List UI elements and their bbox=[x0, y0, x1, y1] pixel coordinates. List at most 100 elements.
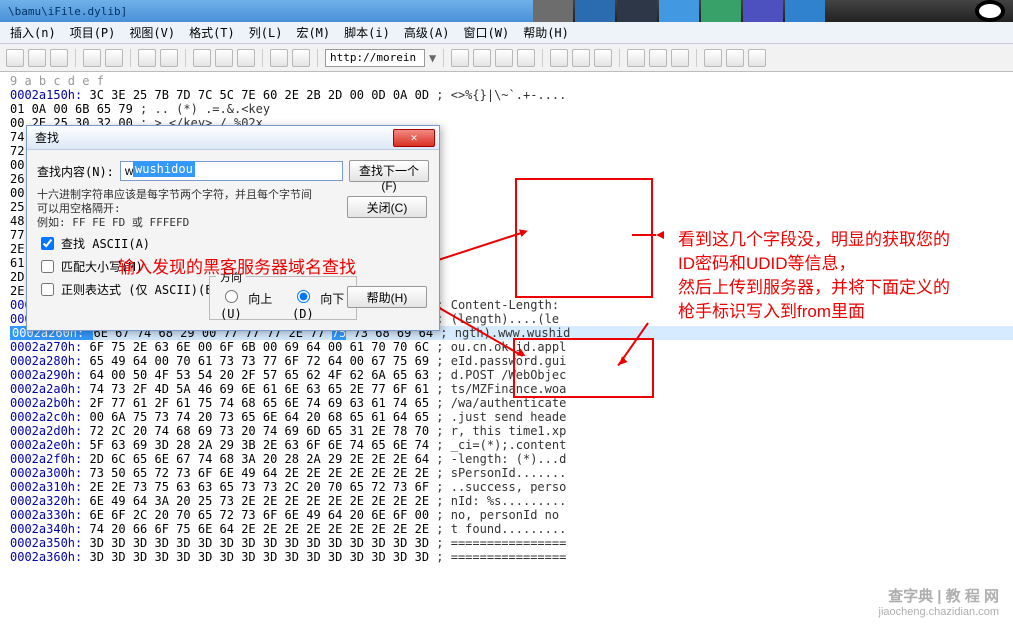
menu-project[interactable]: 项目(P) bbox=[70, 24, 116, 41]
menu-macro[interactable]: 宏(M) bbox=[296, 24, 330, 41]
hex-row[interactable]: 0002a2d0h: 72 2C 20 74 68 69 73 20 74 69… bbox=[10, 424, 1013, 438]
hex-row[interactable]: 0002a290h: 64 00 50 4F 53 54 20 2F 57 65… bbox=[10, 368, 1013, 382]
hex-offset: 0002a350h: bbox=[10, 536, 89, 550]
close-button[interactable]: ✕ bbox=[393, 129, 435, 147]
hex-header: 9 a b c d e f bbox=[10, 74, 1013, 88]
tool-cut-icon[interactable] bbox=[193, 49, 211, 67]
menu-format[interactable]: 格式(T) bbox=[189, 24, 235, 41]
find-ascii-checkbox[interactable] bbox=[41, 237, 54, 250]
hex-bytes: 6E 49 64 3A 20 25 73 2E 2E 2E 2E 2E 2E 2… bbox=[89, 494, 429, 508]
hex-row[interactable]: 0002a280h: 65 49 64 00 70 61 73 73 77 6F… bbox=[10, 354, 1013, 368]
tool-copy-icon[interactable] bbox=[215, 49, 233, 67]
hex-ascii: ; t found......... bbox=[429, 522, 566, 536]
tool-preview-icon[interactable] bbox=[105, 49, 123, 67]
menu-advanced[interactable]: 高级(A) bbox=[404, 24, 450, 41]
menu-view[interactable]: 视图(V) bbox=[129, 24, 175, 41]
hex-row[interactable]: 0002a2b0h: 2F 77 61 2F 61 75 74 68 65 6E… bbox=[10, 396, 1013, 410]
hex-offset: 0002a280h: bbox=[10, 354, 89, 368]
hex-offset: 0002a300h: bbox=[10, 466, 89, 480]
hex-row[interactable]: 0002a300h: 73 50 65 72 73 6F 6E 49 64 2E… bbox=[10, 466, 1013, 480]
hex-bytes: 6E 6F 2C 20 70 65 72 73 6F 6E 49 64 20 6… bbox=[89, 508, 429, 522]
tool-window1-icon[interactable] bbox=[627, 49, 645, 67]
hex-bytes: 64 00 50 4F 53 54 20 2F 57 65 62 4F 62 6… bbox=[89, 368, 429, 382]
tool-settings-icon[interactable] bbox=[704, 49, 722, 67]
tool-window3-icon[interactable] bbox=[671, 49, 689, 67]
find-close-button[interactable]: 关闭(C) bbox=[347, 196, 427, 218]
hex-row[interactable]: 0002a340h: 74 20 66 6F 75 6E 64 2E 2E 2E… bbox=[10, 522, 1013, 536]
find-dialog-titlebar[interactable]: 查找 ✕ bbox=[27, 126, 439, 150]
watermark: 查字典 | 教 程 网 jiaocheng.chazidian.com bbox=[879, 585, 999, 618]
tool-window2-icon[interactable] bbox=[649, 49, 667, 67]
find-help-button[interactable]: 帮助(H) bbox=[347, 286, 427, 308]
tool-redo-icon[interactable] bbox=[292, 49, 310, 67]
tool-goto-icon[interactable] bbox=[517, 49, 535, 67]
tool-hex-icon[interactable] bbox=[138, 49, 156, 67]
hex-offset: 0002a150h: bbox=[10, 88, 89, 102]
direction-up-radio[interactable]: 向上(U) bbox=[220, 287, 274, 321]
hex-row[interactable]: 0002a350h: 3D 3D 3D 3D 3D 3D 3D 3D 3D 3D… bbox=[10, 536, 1013, 550]
tool-about-icon[interactable] bbox=[748, 49, 766, 67]
tool-save-icon[interactable] bbox=[50, 49, 68, 67]
tool-undo-icon[interactable] bbox=[270, 49, 288, 67]
tool-layout1-icon[interactable] bbox=[550, 49, 568, 67]
hex-ascii: ; ================ bbox=[429, 550, 566, 564]
hex-row[interactable]: 0002a310h: 2E 2E 73 75 63 63 65 73 73 2C… bbox=[10, 480, 1013, 494]
find-case-checkbox[interactable] bbox=[41, 260, 54, 273]
hex-row[interactable]: 0002a2f0h: 2D 6C 65 6E 67 74 68 3A 20 28… bbox=[10, 452, 1013, 466]
menu-window[interactable]: 窗口(W) bbox=[464, 24, 510, 41]
hex-row[interactable]: 0002a320h: 6E 49 64 3A 20 25 73 2E 2E 2E… bbox=[10, 494, 1013, 508]
tool-findnext-icon[interactable] bbox=[473, 49, 491, 67]
hex-offset: 0002a290h: bbox=[10, 368, 89, 382]
hex-row[interactable]: 0002a150h: 3C 3E 25 7B 7D 7C 5C 7E 60 2E… bbox=[10, 88, 1013, 102]
menu-help[interactable]: 帮助(H) bbox=[523, 24, 569, 41]
window-title: \bamu\iFile.dylib] bbox=[8, 5, 127, 18]
tool-layout2-icon[interactable] bbox=[572, 49, 590, 67]
tool-print-icon[interactable] bbox=[83, 49, 101, 67]
hex-bytes: 3C 3E 25 7B 7D 7C 5C 7E 60 2E 2B 2D 00 0… bbox=[89, 88, 429, 102]
hex-row[interactable]: 0002a2c0h: 00 6A 75 73 74 20 73 65 6E 64… bbox=[10, 410, 1013, 424]
hex-ascii: ; -length: (*)...d bbox=[429, 452, 566, 466]
hex-row[interactable]: 0002a270h: 6F 75 2E 63 6E 00 6F 6B 00 69… bbox=[10, 340, 1013, 354]
hex-bytes: 73 50 65 72 73 6F 6E 49 64 2E 2E 2E 2E 2… bbox=[89, 466, 429, 480]
hex-bytes: 5F 63 69 3D 28 2A 29 3B 2E 63 6F 6E 74 6… bbox=[89, 438, 429, 452]
hex-bytes: 2F 77 61 2F 61 75 74 68 65 6E 74 69 63 6… bbox=[89, 396, 429, 410]
find-input-selection: wushidou bbox=[133, 161, 195, 177]
hex-row[interactable]: 0002a330h: 6E 6F 2C 20 70 65 72 73 6F 6E… bbox=[10, 508, 1013, 522]
hex-row[interactable]: 01 0A 00 6B 65 79 ; .. (*) .=.&.<key bbox=[10, 102, 1013, 116]
hex-ascii: ; .just send heade bbox=[429, 410, 566, 424]
tool-paste-icon[interactable] bbox=[237, 49, 255, 67]
hex-offset: 0002a320h: bbox=[10, 494, 89, 508]
hex-offset: 0002a360h: bbox=[10, 550, 89, 564]
hex-ascii: ; ..success, perso bbox=[429, 480, 566, 494]
toolbar-separator bbox=[262, 49, 263, 67]
hex-bytes: 2D 6C 65 6E 67 74 68 3A 20 28 2A 29 2E 2… bbox=[89, 452, 429, 466]
url-box[interactable]: http://morein bbox=[325, 49, 425, 67]
toolbar-separator bbox=[75, 49, 76, 67]
tool-find-icon[interactable] bbox=[451, 49, 469, 67]
toolbar-separator bbox=[317, 49, 318, 67]
menu-script[interactable]: 脚本(i) bbox=[344, 24, 390, 41]
hex-offset: 0002a2b0h: bbox=[10, 396, 89, 410]
hex-row[interactable]: 0002a2e0h: 5F 63 69 3D 28 2A 29 3B 2E 63… bbox=[10, 438, 1013, 452]
hex-ascii: ; d.POST /WebObjec bbox=[429, 368, 566, 382]
direction-down-radio[interactable]: 向下(D) bbox=[292, 287, 346, 321]
find-next-button[interactable]: 查找下一个(F) bbox=[349, 160, 429, 182]
menu-insert[interactable]: 插入(n) bbox=[10, 24, 56, 41]
menu-column[interactable]: 列(L) bbox=[249, 24, 283, 41]
hex-ascii: ; ngth).www.wushid bbox=[433, 326, 570, 340]
hex-offset: 0002a340h: bbox=[10, 522, 89, 536]
hex-row[interactable]: 0002a2a0h: 74 73 2F 4D 5A 46 69 6E 61 6E… bbox=[10, 382, 1013, 396]
hex-ascii: ; ================ bbox=[429, 536, 566, 550]
tool-new-icon[interactable] bbox=[6, 49, 24, 67]
find-regex-checkbox[interactable] bbox=[41, 283, 54, 296]
tool-binary-icon[interactable] bbox=[160, 49, 178, 67]
hex-bytes: 74 20 66 6F 75 6E 64 2E 2E 2E 2E 2E 2E 2… bbox=[89, 522, 429, 536]
annotation-input-hint: 输入发现的黑客服务器域名查找 bbox=[118, 253, 356, 278]
tool-layout3-icon[interactable] bbox=[594, 49, 612, 67]
tool-open-icon[interactable] bbox=[28, 49, 46, 67]
hex-offset: 0002a2e0h: bbox=[10, 438, 89, 452]
hex-row[interactable]: 0002a360h: 3D 3D 3D 3D 3D 3D 3D 3D 3D 3D… bbox=[10, 550, 1013, 564]
tool-help-icon[interactable] bbox=[726, 49, 744, 67]
tool-replace-icon[interactable] bbox=[495, 49, 513, 67]
hex-offset: 0002a270h: bbox=[10, 340, 89, 354]
